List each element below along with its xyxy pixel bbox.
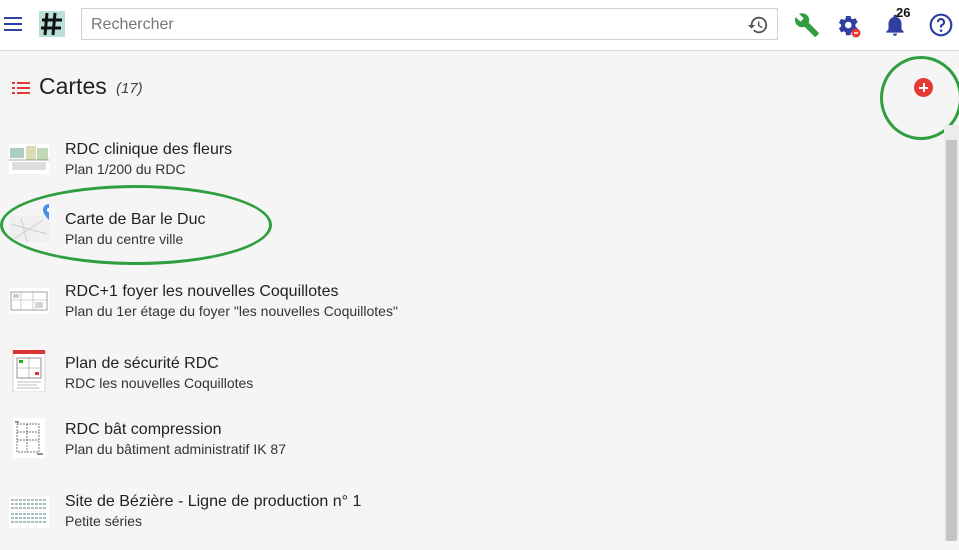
history-icon[interactable] bbox=[747, 14, 769, 36]
list-item[interactable]: RDC bât compression Plan du bâtiment adm… bbox=[0, 418, 940, 478]
card-subtitle: RDC les nouvelles Coquillotes bbox=[65, 375, 254, 391]
card-subtitle: Plan 1/200 du RDC bbox=[65, 161, 186, 177]
card-title: Plan de sécurité RDC bbox=[65, 355, 219, 372]
card-title: RDC+1 foyer les nouvelles Coquillotes bbox=[65, 283, 339, 300]
wrench-icon[interactable] bbox=[794, 12, 820, 38]
card-subtitle: Petite séries bbox=[65, 513, 143, 529]
search-input[interactable] bbox=[89, 9, 743, 41]
help-icon[interactable] bbox=[928, 12, 954, 38]
card-subtitle: Plan du 1er étage du foyer "les nouvelle… bbox=[65, 303, 398, 319]
search-box bbox=[81, 8, 778, 41]
card-thumbnail bbox=[13, 418, 45, 458]
top-bar: 26 bbox=[0, 0, 959, 51]
list-item[interactable]: Carte de Bar le Duc Plan du centre ville bbox=[0, 204, 940, 268]
card-thumbnail bbox=[9, 288, 49, 314]
list-icon bbox=[12, 82, 30, 94]
card-thumbnail bbox=[9, 496, 49, 528]
card-title: RDC bât compression bbox=[65, 421, 222, 438]
page-count: (17) bbox=[116, 80, 143, 97]
page-title: Cartes bbox=[39, 73, 107, 99]
menu-icon[interactable] bbox=[4, 15, 24, 33]
card-title: RDC clinique des fleurs bbox=[65, 141, 233, 158]
card-thumbnail bbox=[12, 350, 46, 392]
list-item[interactable]: RDC clinique des fleurs Plan 1/200 du RD… bbox=[0, 138, 940, 198]
list-item[interactable]: Site de Bézière - Ligne de production n°… bbox=[0, 490, 940, 550]
list-item[interactable]: RDC+1 foyer les nouvelles Coquillotes Pl… bbox=[0, 280, 940, 340]
notification-count: 26 bbox=[896, 5, 911, 20]
card-title: Carte de Bar le Duc bbox=[65, 211, 206, 228]
logo-icon[interactable] bbox=[38, 10, 66, 38]
page-header: Cartes (17) bbox=[0, 65, 959, 109]
card-thumbnail bbox=[9, 144, 49, 174]
card-subtitle: Plan du bâtiment administratif IK 87 bbox=[65, 441, 287, 457]
card-thumbnail bbox=[9, 204, 49, 243]
settings-icon[interactable] bbox=[836, 12, 862, 38]
card-subtitle: Plan du centre ville bbox=[65, 231, 184, 247]
add-icon[interactable] bbox=[914, 78, 933, 97]
card-title: Site de Bézière - Ligne de production n°… bbox=[65, 493, 362, 510]
list-item[interactable]: Plan de sécurité RDC RDC les nouvelles C… bbox=[0, 350, 940, 412]
scrollbar-thumb[interactable] bbox=[946, 140, 957, 541]
